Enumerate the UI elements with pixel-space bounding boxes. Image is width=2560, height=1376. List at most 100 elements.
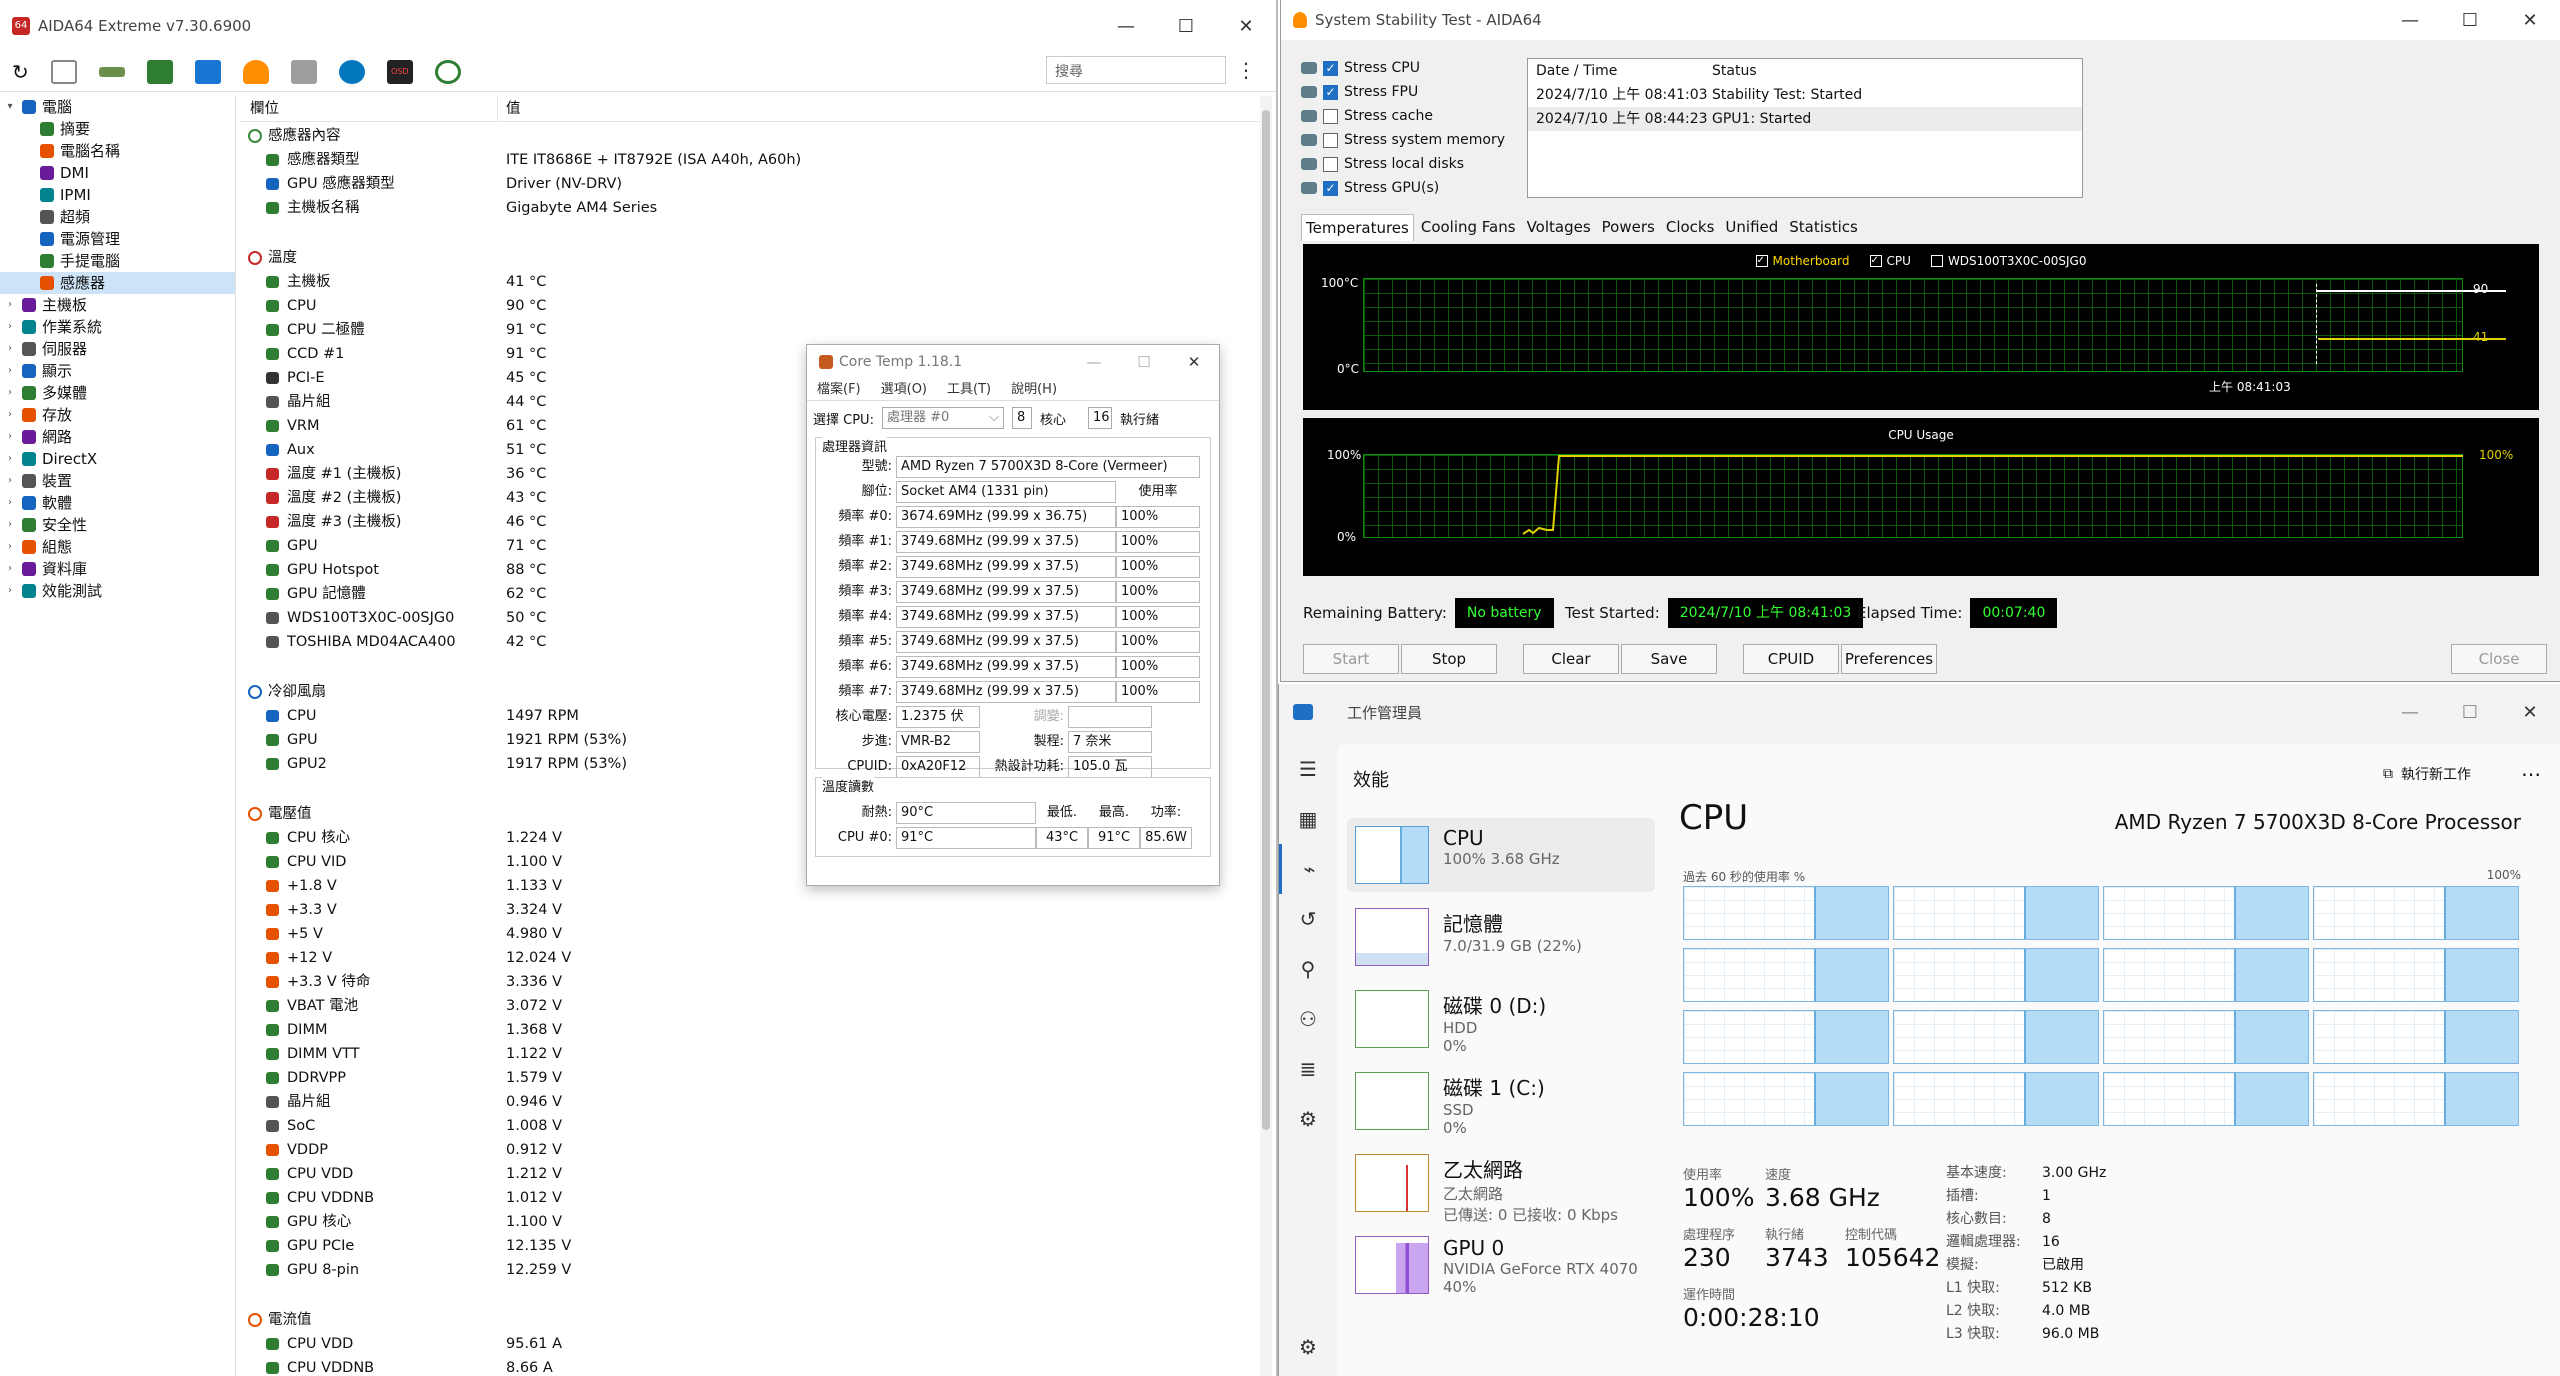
processes-icon[interactable]: ▦ [1279, 794, 1337, 844]
checkbox[interactable]: ✓ [1323, 180, 1338, 196]
start-button[interactable]: Start [1303, 644, 1399, 674]
flame-icon[interactable] [242, 59, 269, 84]
stress-option[interactable]: ✓ Stress GPU(s) [1301, 176, 1505, 200]
stress-option[interactable]: ✓ Stress CPU [1301, 56, 1505, 80]
menu-item[interactable]: 檔案(F) [817, 379, 861, 400]
chevron-right-icon[interactable]: › [4, 448, 16, 470]
sensor-row[interactable]: +12 V 12.024 V [240, 946, 1260, 970]
tree-item[interactable]: › 安全性 [0, 514, 235, 536]
sensor-row[interactable]: GPU PCIe 12.135 V [240, 1234, 1260, 1258]
checkbox[interactable] [1323, 132, 1338, 148]
chevron-right-icon[interactable]: › [4, 580, 16, 602]
tree-item[interactable]: 電源管理 [0, 228, 235, 250]
search-input[interactable]: 搜尋 [1046, 56, 1226, 84]
tree-item[interactable]: › 存放 [0, 404, 235, 426]
tree-item[interactable]: 超頻 [0, 206, 235, 228]
chevron-right-icon[interactable]: › [4, 492, 16, 514]
more-options-icon[interactable]: ⋯ [2521, 762, 2541, 786]
chevron-right-icon[interactable]: › [4, 426, 16, 448]
tree-item[interactable]: ▾ 電腦 [0, 96, 235, 118]
tree-item[interactable]: › 網路 [0, 426, 235, 448]
sensor-row[interactable]: 感應器類型 ITE IT8686E + IT8792E (ISA A40h, A6… [240, 148, 1260, 172]
sensor-row[interactable]: +3.3 V 3.324 V [240, 898, 1260, 922]
stress-option[interactable]: Stress local disks [1301, 152, 1505, 176]
chevron-down-icon[interactable]: ▾ [4, 96, 16, 118]
settings-icon[interactable]: ⚙ [1279, 1322, 1337, 1372]
tree-item[interactable]: › 組態 [0, 536, 235, 558]
tree-item[interactable]: › 裝置 [0, 470, 235, 492]
tree-item[interactable]: › 資料庫 [0, 558, 235, 580]
sensor-row[interactable]: VDDP 0.912 V [240, 1138, 1260, 1162]
log-row[interactable]: 2024/7/10 上午 08:41:03 Stability Test: Sta… [1528, 83, 2082, 107]
sensor-row[interactable]: 晶片組 0.946 V [240, 1090, 1260, 1114]
tree-item[interactable]: › 軟體 [0, 492, 235, 514]
services-icon[interactable]: ⚙ [1279, 1094, 1337, 1144]
close-icon[interactable]: ✕ [2500, 702, 2560, 723]
run-new-task-button[interactable]: ⧉ 執行新工作 [2383, 764, 2471, 784]
sensor-row[interactable]: CPU VDDNB 1.012 V [240, 1186, 1260, 1210]
menu-item[interactable]: 選項(O) [881, 379, 927, 400]
close-icon[interactable]: ✕ [1169, 353, 1219, 371]
sensor-row[interactable]: CPU VDD 95.61 A [240, 1332, 1260, 1356]
chevron-right-icon[interactable]: › [4, 558, 16, 580]
tree-item[interactable]: › 作業系統 [0, 316, 235, 338]
tree-item[interactable]: › 伺服器 [0, 338, 235, 360]
legend-checkbox[interactable]: ✓ [1869, 255, 1882, 267]
chevron-right-icon[interactable]: › [4, 404, 16, 426]
preferences-button[interactable]: Preferences [1841, 644, 1937, 674]
tree-item[interactable]: › 效能測試 [0, 580, 235, 602]
minimize-icon[interactable]: — [1096, 16, 1156, 37]
chevron-right-icon[interactable]: › [4, 514, 16, 536]
close-icon[interactable]: ✕ [2500, 10, 2560, 31]
sensor-tool-icon[interactable] [434, 59, 461, 84]
sensor-row[interactable]: CPU 90 °C [240, 294, 1260, 318]
tree-item[interactable]: › 主機板 [0, 294, 235, 316]
chevron-right-icon[interactable]: › [4, 536, 16, 558]
value-column-header[interactable]: 值 [498, 96, 521, 121]
perf-card-5[interactable]: GPU 0 NVIDIA GeForce RTX 4070 40% [1347, 1228, 1655, 1302]
field-column-header[interactable]: 欄位 [240, 96, 498, 121]
network-tool-icon[interactable] [194, 59, 221, 84]
tree-item[interactable]: DMI [0, 162, 235, 184]
ram-icon[interactable] [98, 66, 125, 77]
tab-voltages[interactable]: Voltages [1523, 214, 1595, 241]
sensor-row[interactable]: DDRVPP 1.579 V [240, 1066, 1260, 1090]
maximize-icon[interactable]: ☐ [2440, 10, 2500, 31]
sensor-row[interactable]: SoC 1.008 V [240, 1114, 1260, 1138]
sensor-row[interactable]: DIMM 1.368 V [240, 1018, 1260, 1042]
stress-option[interactable]: Stress cache [1301, 104, 1505, 128]
maximize-icon[interactable]: ☐ [2440, 702, 2500, 723]
chevron-right-icon[interactable]: › [4, 360, 16, 382]
hamburger-menu-icon[interactable]: ☰ [1279, 744, 1337, 794]
tab-temperatures[interactable]: Temperatures [1301, 214, 1414, 241]
tree-item[interactable]: › DirectX [0, 448, 235, 470]
tree-item[interactable]: 摘要 [0, 118, 235, 140]
chevron-right-icon[interactable]: › [4, 470, 16, 492]
chevron-right-icon[interactable]: › [4, 338, 16, 360]
checkbox[interactable] [1323, 156, 1338, 172]
sensor-row[interactable]: CPU 二極體 91 °C [240, 318, 1260, 342]
sensor-row[interactable]: VBAT 電池 3.072 V [240, 994, 1260, 1018]
minimize-icon[interactable]: — [1069, 353, 1119, 371]
vertical-scrollbar[interactable] [1260, 96, 1272, 1376]
tree-item[interactable]: IPMI [0, 184, 235, 206]
refresh-icon[interactable]: ↻ [12, 60, 29, 84]
chevron-right-icon[interactable]: › [4, 382, 16, 404]
perf-card-2[interactable]: 磁碟 0 (D:) HDD 0% [1347, 982, 1655, 1056]
perf-card-0[interactable]: CPU 100% 3.68 GHz [1347, 818, 1655, 892]
tab-unified[interactable]: Unified [1721, 214, 1782, 241]
performance-icon[interactable]: ⌁ [1279, 844, 1337, 894]
maximize-icon[interactable]: ☐ [1119, 353, 1169, 371]
menu-item[interactable]: 工具(T) [947, 379, 991, 400]
sensor-row[interactable]: GPU 8-pin 12.259 V [240, 1258, 1260, 1282]
report-icon[interactable] [50, 59, 77, 84]
minimize-icon[interactable]: — [2380, 10, 2440, 31]
sensor-row[interactable]: GPU 感應器類型 Driver (NV-DRV) [240, 172, 1260, 196]
perf-card-3[interactable]: 磁碟 1 (C:) SSD 0% [1347, 1064, 1655, 1138]
more-options-icon[interactable]: ⋮ [1236, 58, 1256, 82]
save-button[interactable]: Save [1621, 644, 1717, 674]
sensor-row[interactable]: +3.3 V 待命 3.336 V [240, 970, 1260, 994]
perf-card-1[interactable]: 記憶體 7.0/31.9 GB (22%) [1347, 900, 1655, 974]
cache-tool-icon[interactable] [290, 59, 317, 84]
sensor-row[interactable]: +5 V 4.980 V [240, 922, 1260, 946]
